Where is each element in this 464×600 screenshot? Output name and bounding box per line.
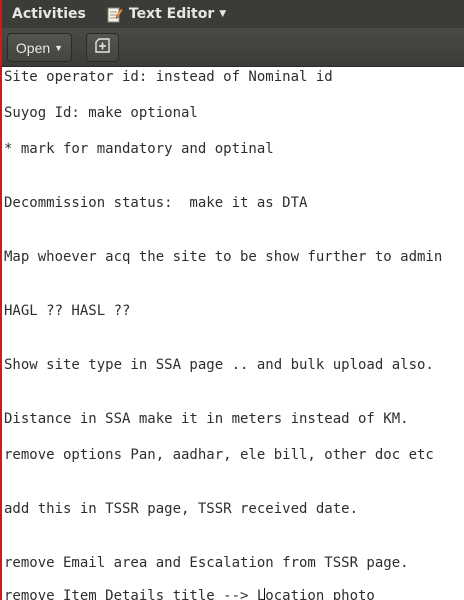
chevron-down-icon: ▼ <box>54 42 64 53</box>
text-line: Suyog Id: make optional <box>4 105 198 121</box>
text-line: Site operator id: instead of Nominal id <box>4 69 333 85</box>
chevron-down-icon: ▼ <box>219 9 227 19</box>
text-cursor <box>264 588 265 600</box>
text-line: remove Email area and Escalation from TS… <box>4 555 409 571</box>
header-bar: Open ▼ <box>0 28 464 67</box>
text-editor-icon <box>106 6 123 23</box>
new-tab-button[interactable] <box>86 33 119 62</box>
text-area[interactable]: Site operator id: instead of Nominal id … <box>0 67 464 600</box>
activities-button[interactable]: Activities <box>2 6 106 22</box>
text-line: Show site type in SSA page .. and bulk u… <box>4 357 434 373</box>
text-line: * mark for mandatory and optinal <box>4 141 274 157</box>
new-tab-icon <box>94 37 111 59</box>
text-line: Decommission status: make it as DTA <box>4 195 308 211</box>
text-line: add this in TSSR page, TSSR received dat… <box>4 501 359 517</box>
app-menu[interactable]: Text Editor ▼ <box>106 6 226 23</box>
app-name-label: Text Editor <box>128 6 215 22</box>
open-button[interactable]: Open ▼ <box>7 33 72 62</box>
text-line: remove Item Details title --> Location p… <box>4 588 375 600</box>
text-line: HAGL ?? HASL ?? <box>4 303 131 319</box>
text-line: Map whoever acq the site to be show furt… <box>4 249 443 265</box>
text-line: remove options Pan, aadhar, ele bill, ot… <box>4 447 434 463</box>
screen: Activities Text Editor ▼ Open ▼ Site ope… <box>0 0 464 600</box>
text-line: Distance in SSA make it in meters instea… <box>4 411 409 427</box>
top-panel: Activities Text Editor ▼ <box>0 0 464 28</box>
open-button-label: Open <box>15 39 51 56</box>
